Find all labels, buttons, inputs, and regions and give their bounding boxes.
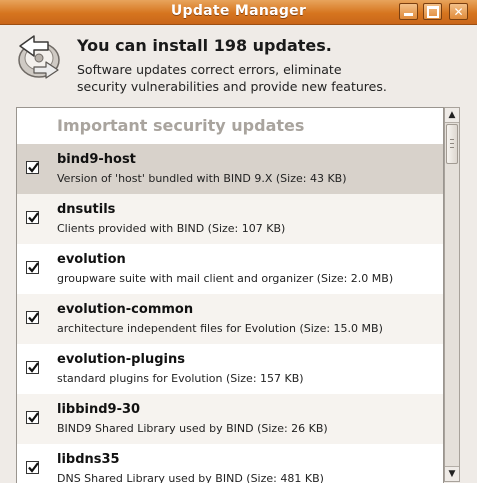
checkmark-icon [28, 212, 39, 223]
update-checkbox[interactable] [26, 261, 39, 274]
package-name: dnsutils [57, 202, 116, 217]
checkmark-icon [28, 412, 39, 423]
description-line-2: security vulnerabilities and provide new… [77, 79, 387, 94]
grip-line [450, 143, 454, 144]
update-checkbox[interactable] [26, 161, 39, 174]
checkmark-icon [28, 162, 39, 173]
maximize-icon [426, 5, 439, 18]
close-icon: ✕ [453, 4, 464, 19]
list-item[interactable]: dnsutils Clients provided with BIND (Siz… [17, 194, 443, 244]
scroll-up-button[interactable]: ▲ [445, 108, 459, 123]
update-checkbox[interactable] [26, 211, 39, 224]
list-item[interactable]: evolution-plugins standard plugins for E… [17, 344, 443, 394]
description-line-1: Software updates correct errors, elimina… [77, 62, 342, 77]
updates-count-headline: You can install 198 updates. [77, 36, 332, 55]
scroll-down-button[interactable]: ▼ [445, 466, 459, 481]
update-checkbox[interactable] [26, 411, 39, 424]
close-button[interactable]: ✕ [449, 3, 468, 20]
arrow-down-icon: ▼ [448, 469, 456, 479]
package-description: DNS Shared Library used by BIND (Size: 4… [57, 472, 324, 483]
checkmark-icon [28, 362, 39, 373]
package-name: bind9-host [57, 152, 136, 167]
checkmark-icon [28, 262, 39, 273]
list-item[interactable]: evolution groupware suite with mail clie… [17, 244, 443, 294]
minimize-icon [404, 13, 413, 16]
grip-line [450, 147, 454, 148]
scroll-thumb[interactable] [446, 124, 458, 164]
checkmark-icon [28, 462, 39, 473]
vertical-scrollbar[interactable]: ▲ ▼ [444, 107, 460, 482]
package-description: architecture independent files for Evolu… [57, 322, 383, 335]
package-name: evolution-common [57, 302, 194, 317]
package-description: Version of 'host' bundled with BIND 9.X … [57, 172, 347, 185]
package-name: libbind9-30 [57, 402, 141, 417]
list-item[interactable]: bind9-host Version of 'host' bundled wit… [17, 144, 443, 194]
package-description: BIND9 Shared Library used by BIND (Size:… [57, 422, 328, 435]
update-manager-icon [18, 35, 60, 79]
list-item[interactable]: evolution-common architecture independen… [17, 294, 443, 344]
list-item[interactable]: libdns35 DNS Shared Library used by BIND… [17, 444, 443, 483]
package-name: evolution [57, 252, 126, 267]
checkmark-icon [28, 312, 39, 323]
grip-line [450, 139, 454, 140]
package-description: groupware suite with mail client and org… [57, 272, 394, 285]
minimize-button[interactable] [399, 3, 418, 20]
arrow-up-icon: ▲ [448, 110, 456, 120]
list-item[interactable]: libbind9-30 BIND9 Shared Library used by… [17, 394, 443, 444]
package-name: evolution-plugins [57, 352, 185, 367]
package-name: libdns35 [57, 452, 120, 467]
update-checkbox[interactable] [26, 461, 39, 474]
update-checkbox[interactable] [26, 361, 39, 374]
package-description: Clients provided with BIND (Size: 107 KB… [57, 222, 286, 235]
update-checkbox[interactable] [26, 311, 39, 324]
group-header-security: Important security updates [57, 116, 305, 135]
maximize-button[interactable] [423, 3, 442, 20]
update-list[interactable]: Important security updates bind9-host Ve… [16, 107, 444, 483]
title-bar: Update Manager ✕ [0, 0, 477, 25]
package-description: standard plugins for Evolution (Size: 15… [57, 372, 304, 385]
updates-description: Software updates correct errors, elimina… [77, 61, 457, 95]
